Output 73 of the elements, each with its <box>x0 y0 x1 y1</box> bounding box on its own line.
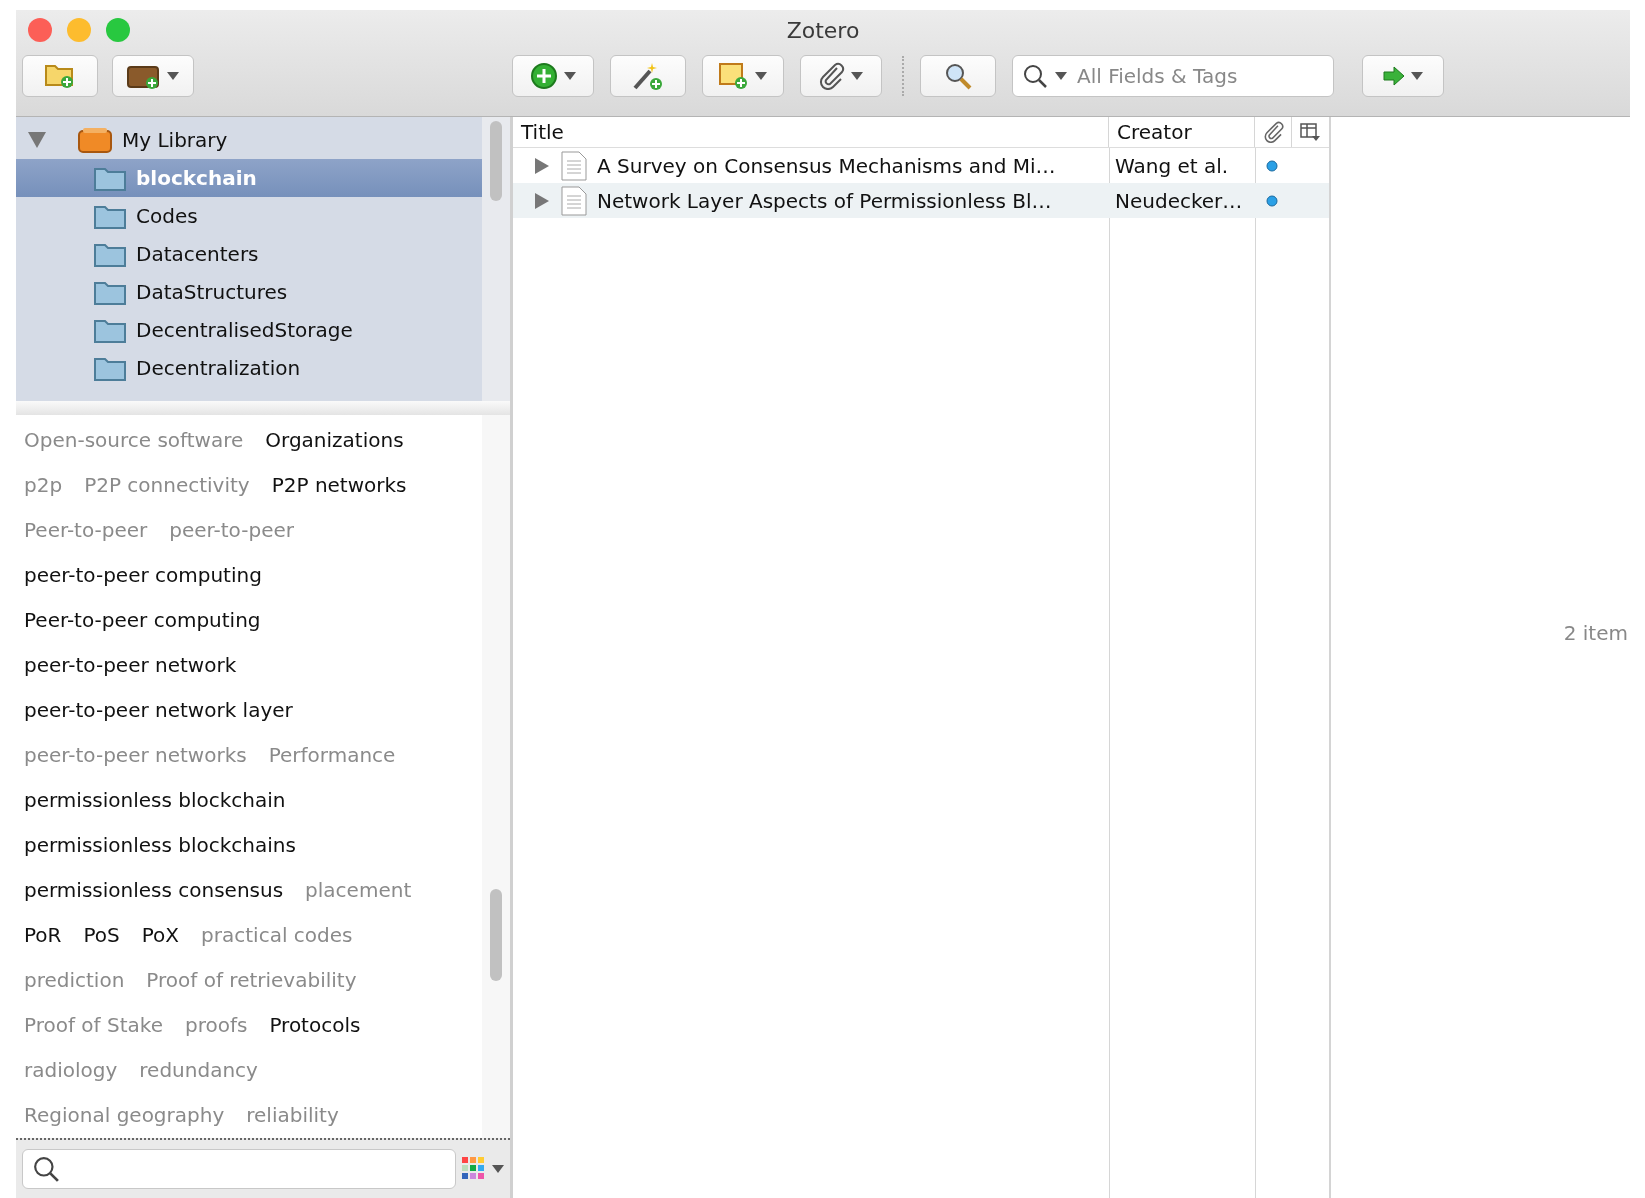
advanced-search-button[interactable] <box>920 55 996 97</box>
paperclip-icon[interactable] <box>1263 121 1285 143</box>
caret-icon <box>1055 72 1067 80</box>
add-by-identifier-button[interactable] <box>610 55 686 97</box>
caret-icon <box>755 72 767 80</box>
color-grid-icon[interactable] <box>462 1157 486 1181</box>
caret-icon <box>1411 72 1423 80</box>
close-button[interactable] <box>28 18 52 42</box>
item-count: 2 item <box>1563 620 1628 645</box>
title-cell[interactable]: A Survey on Consensus Mechanisms and Mi… <box>513 148 1109 183</box>
collapsed-triangle-icon[interactable] <box>533 157 551 174</box>
caret-icon <box>851 72 863 80</box>
tag-label[interactable]: peer-to-peer network <box>24 652 237 677</box>
scrollbar-thumb[interactable] <box>490 121 502 201</box>
tag-label[interactable]: Protocols <box>269 1013 361 1038</box>
tag-label[interactable]: peer-to-peer network layer <box>24 697 293 722</box>
plus-circle-icon <box>530 62 558 90</box>
tag-label[interactable]: permissionless blockchain <box>24 788 286 813</box>
caret-icon <box>167 72 179 80</box>
scrollbar-thumb[interactable] <box>490 889 502 981</box>
attachment-dot-icon <box>1266 194 1278 207</box>
caret-icon <box>564 72 576 80</box>
tag-label[interactable]: PoS <box>83 923 120 948</box>
folder-icon <box>94 241 126 267</box>
document-icon <box>561 150 587 181</box>
search-icon <box>33 1156 59 1182</box>
locate-button[interactable] <box>1362 55 1444 97</box>
paperclip-icon <box>819 62 845 90</box>
collection-row[interactable]: Datacenters <box>16 235 482 273</box>
tag-label[interactable]: PoR <box>24 923 62 948</box>
collection-row[interactable]: DataStructures <box>16 273 482 311</box>
tag-label[interactable]: P2P networks <box>271 472 407 497</box>
folder-icon <box>94 203 126 229</box>
tag-label[interactable]: permissionless consensus <box>24 878 284 903</box>
creator-cell-text: Wang et al. <box>1114 152 1230 180</box>
collapsed-triangle-icon[interactable] <box>533 192 551 209</box>
collection-row[interactable]: My Library <box>16 121 482 159</box>
search-field[interactable]: All Fields & Tags <box>1012 55 1334 97</box>
collection-row[interactable]: Codes <box>16 197 482 235</box>
caret-icon <box>492 1165 504 1173</box>
creator-cell: Neudecker… <box>1109 183 1255 218</box>
folder-icon <box>94 317 126 343</box>
title-cell[interactable]: Network Layer Aspects of Permissionless Bl… <box>513 183 1109 218</box>
new-library-button[interactable] <box>112 55 194 97</box>
collection-row[interactable]: Decentralization <box>16 349 482 387</box>
folder-icon <box>94 355 126 381</box>
new-item-button[interactable] <box>512 55 594 97</box>
column-header[interactable]: Title <box>513 117 1109 147</box>
folder-plus-icon <box>45 63 75 89</box>
add-attachment-button[interactable] <box>800 55 882 97</box>
column-picker-icon[interactable] <box>1300 122 1320 142</box>
attachment-dot-icon <box>1266 159 1278 172</box>
tag-label[interactable]: Peer-to-peer computing <box>24 607 261 632</box>
collection-row[interactable]: DecentralisedStorage <box>16 311 482 349</box>
library-box-icon <box>78 127 112 153</box>
folder-icon <box>94 165 126 191</box>
tag-label[interactable]: permissionless blockchains <box>24 833 296 858</box>
search-icon <box>1023 64 1047 88</box>
new-collection-button[interactable] <box>22 55 98 97</box>
search-field[interactable]: All Fields & Tags <box>1075 63 1323 89</box>
column-header[interactable]: Creator <box>1109 117 1255 147</box>
folder-icon <box>94 279 126 305</box>
new-note-button[interactable] <box>702 55 784 97</box>
tag-label[interactable]: peer-to-peer computing <box>24 562 262 587</box>
tag-filter-field[interactable] <box>22 1149 456 1189</box>
right-arrow-icon <box>1383 66 1405 86</box>
document-icon <box>561 185 587 216</box>
note-plus-icon <box>719 62 749 90</box>
tag-label[interactable]: Organizations <box>265 427 404 452</box>
window-title: Zotero <box>786 17 860 43</box>
tag-label[interactable]: PoX <box>141 923 180 948</box>
magnifier-icon <box>944 62 972 90</box>
expanded-triangle-icon[interactable] <box>28 132 46 148</box>
